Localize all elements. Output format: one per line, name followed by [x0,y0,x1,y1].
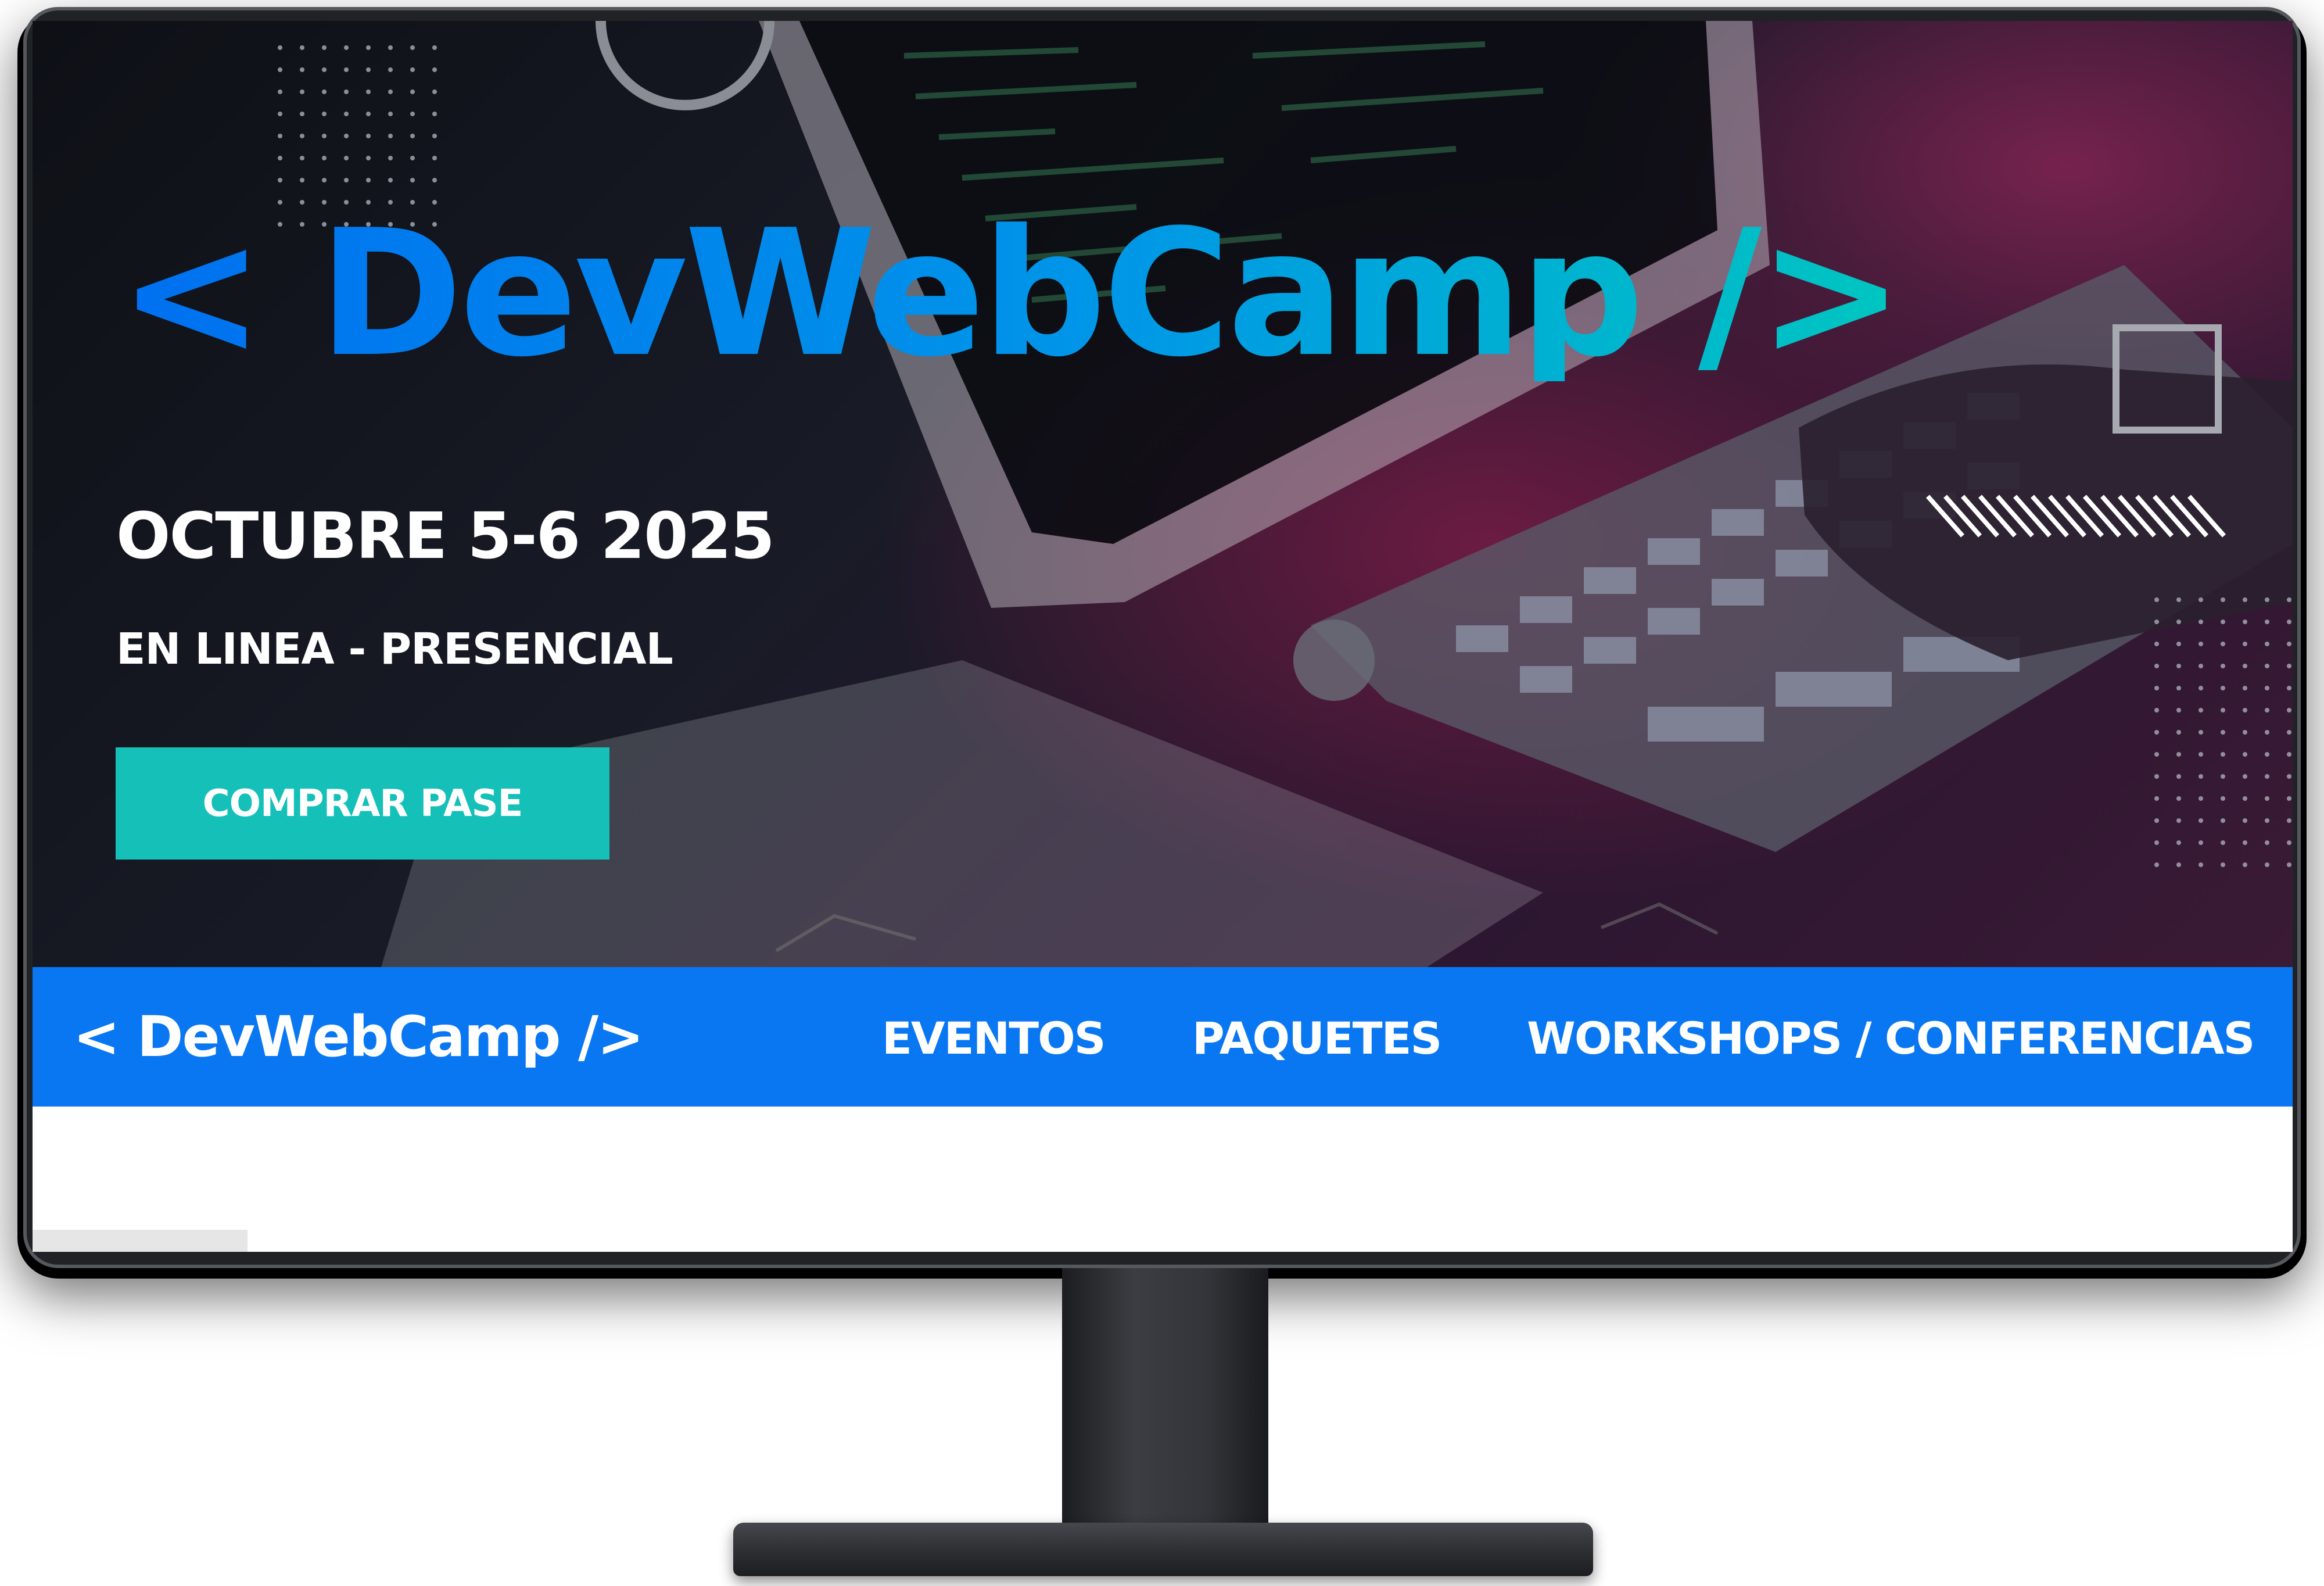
dot-grid-right [2142,590,2293,875]
monitor-stand-base [733,1523,1593,1576]
page-content-area [33,1107,2293,1252]
monitor-screen: < DevWebCamp /> OCTUBRE 5-6 2025 EN LINE… [33,21,2293,1252]
event-mode: EN LINEA - PRESENCIAL [116,624,673,674]
nav-link-workshops[interactable]: WORKSHOPS / CONFERENCIAS [1527,1012,2255,1064]
circle-outline-decoration [596,21,774,110]
navbar-logo[interactable]: < DevWebCamp /> [73,1004,644,1069]
partial-footer-tag [33,1230,248,1252]
event-date: OCTUBRE 5-6 2025 [116,499,775,573]
monitor-stand-neck [1062,1268,1268,1547]
hero-title: < DevWebCamp /> [119,192,1905,395]
nav-link-paquetes[interactable]: PAQUETES [1192,1012,1442,1064]
buy-pass-button[interactable]: COMPRAR PASE [116,747,609,860]
hero-section: < DevWebCamp /> OCTUBRE 5-6 2025 EN LINE… [33,21,2293,967]
nav-link-eventos[interactable]: EVENTOS [882,1012,1106,1064]
main-navbar: < DevWebCamp /> EVENTOS PAQUETES WORKSHO… [33,967,2293,1107]
